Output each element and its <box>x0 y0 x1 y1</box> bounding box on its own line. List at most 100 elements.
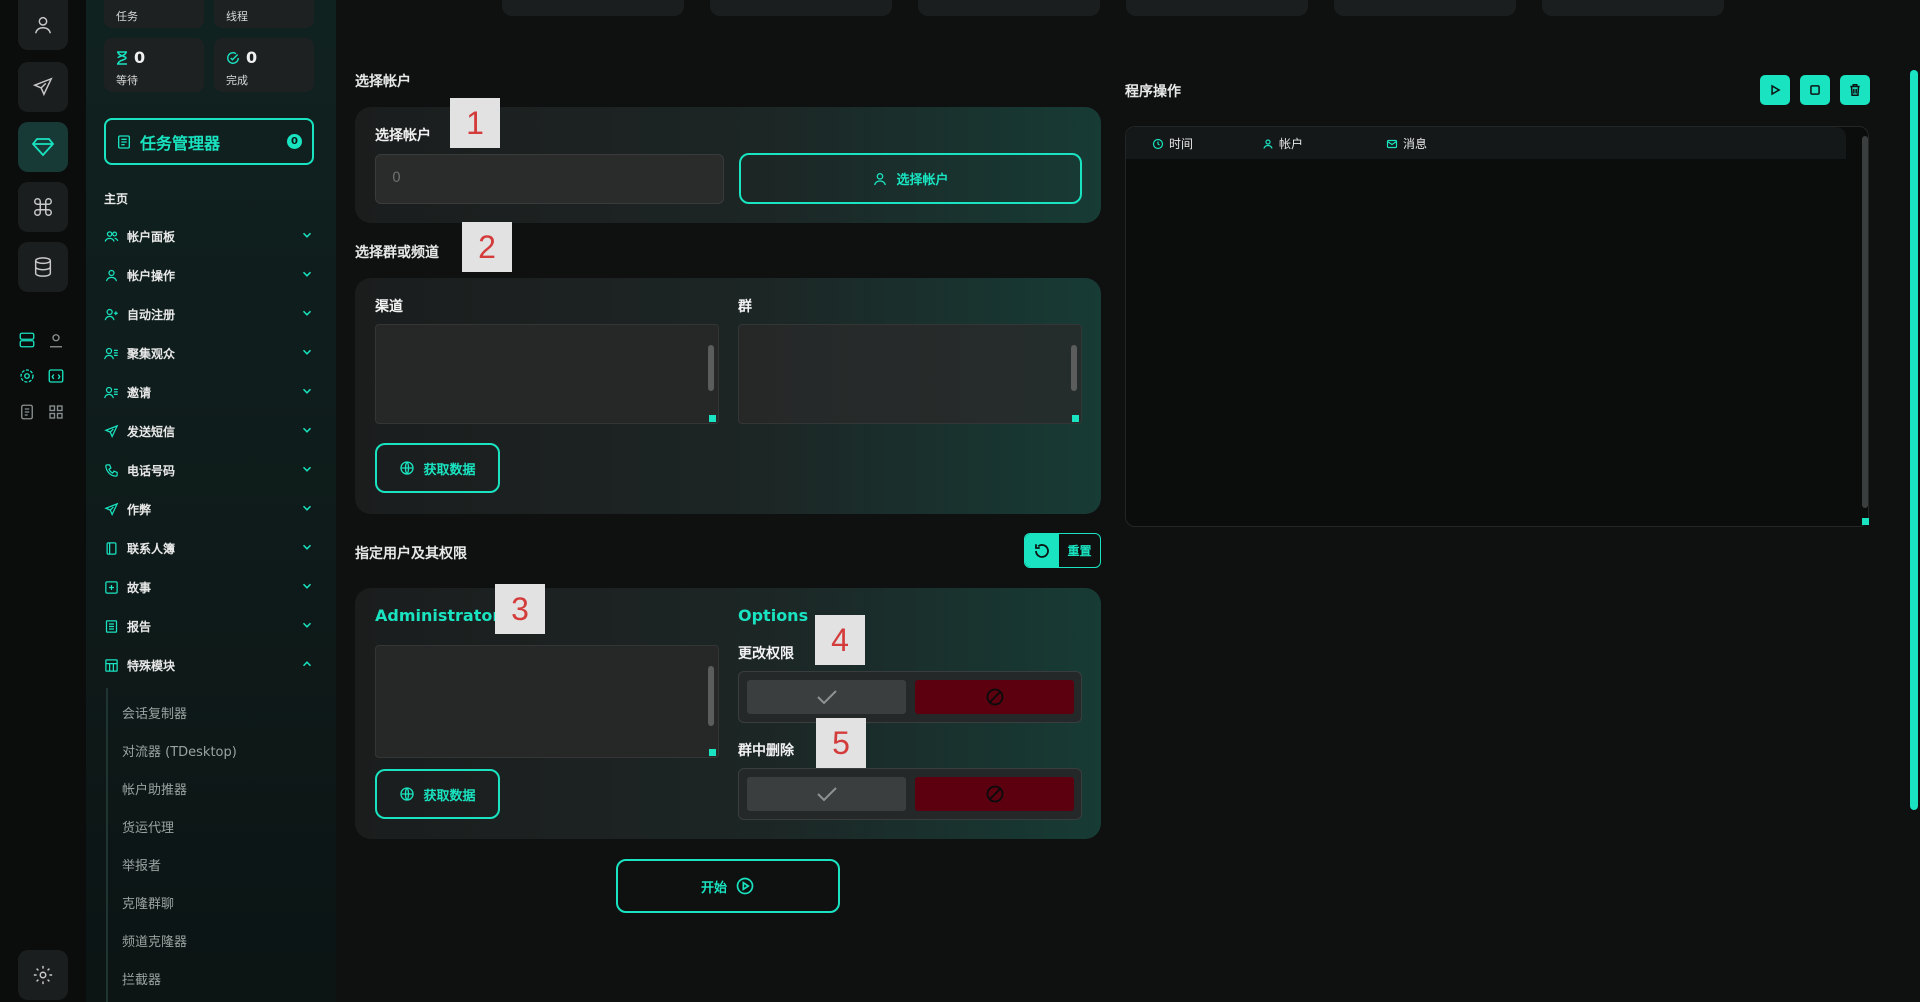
delete-log-button[interactable] <box>1840 75 1870 105</box>
page-scrollbar[interactable] <box>1910 70 1918 810</box>
server-icon <box>19 332 35 348</box>
sub-menu-item[interactable]: 对流器 (TDesktop) <box>122 741 237 760</box>
send-rail-button[interactable] <box>18 62 68 112</box>
mail-icon <box>1386 139 1398 148</box>
globe-icon <box>400 787 415 801</box>
fetch-admins-label: 获取数据 <box>423 788 476 804</box>
fetch-data-button[interactable]: 获取数据 <box>375 443 500 493</box>
scrollbar-thumb[interactable] <box>708 666 714 726</box>
profile-rail-button[interactable] <box>18 0 68 50</box>
group-label: 群 <box>738 299 752 315</box>
sidebar-item-9[interactable]: 联系人簿 <box>104 536 314 560</box>
document-mini-button[interactable] <box>15 400 39 424</box>
sidebar-item-1[interactable]: 帐户面板 <box>104 224 314 248</box>
log-column-time: 时间 <box>1152 135 1193 152</box>
stat-label: 线程 <box>226 10 248 23</box>
allow-option[interactable] <box>747 777 906 811</box>
log-table-header: 时间 帐户 消息 <box>1126 127 1846 159</box>
top-pill <box>502 0 684 16</box>
callout-1: 1 <box>450 98 500 148</box>
chevron-down-icon <box>302 622 312 628</box>
user-icon <box>34 16 52 34</box>
top-pill <box>710 0 892 16</box>
sidebar-item-12[interactable]: 特殊模块 <box>104 653 314 677</box>
log-title: 程序操作 <box>1125 84 1181 100</box>
task-manager-button[interactable]: 任务管理器 0 <box>104 118 314 165</box>
stat-waiting: 0 等待 <box>104 38 204 92</box>
task-manager-label: 任务管理器 <box>140 133 221 153</box>
administrators-textarea[interactable] <box>375 645 719 758</box>
server-mini-button[interactable] <box>15 328 39 352</box>
send-icon <box>104 424 119 438</box>
stat-value: 0 <box>134 48 146 67</box>
scrollbar-thumb[interactable] <box>708 345 714 391</box>
delete-in-group-toggle <box>738 768 1082 820</box>
sidebar-item-10[interactable]: 故事 <box>104 575 314 599</box>
log-scrollbar[interactable] <box>1862 136 1868 508</box>
play-button[interactable] <box>1760 75 1790 105</box>
gear-icon <box>20 369 34 383</box>
settings-mini-button[interactable] <box>15 364 39 388</box>
resize-handle-icon[interactable] <box>709 415 716 422</box>
sidebar-item-2[interactable]: 帐户操作 <box>104 263 314 287</box>
resize-handle-icon[interactable] <box>709 749 716 756</box>
sidebar-item-3[interactable]: 自动注册 <box>104 302 314 326</box>
gear-icon <box>33 965 53 985</box>
book-icon <box>106 541 117 555</box>
sub-menu-item[interactable]: 频道克隆器 <box>122 931 187 950</box>
chevron-down-icon <box>302 583 312 589</box>
start-button[interactable]: 开始 <box>616 859 840 913</box>
sidebar-item-6[interactable]: 发送短信 <box>104 419 314 443</box>
sub-menu-item[interactable]: 会话复制器 <box>122 703 187 722</box>
grid-mini-button[interactable] <box>44 400 68 424</box>
fetch-data-label: 获取数据 <box>423 462 476 478</box>
resize-handle-icon[interactable] <box>1072 415 1079 422</box>
diamond-rail-button[interactable] <box>18 122 68 172</box>
sidebar-item-label: 邀请 <box>127 385 152 400</box>
scrollbar-thumb[interactable] <box>1071 345 1077 391</box>
icon-rail <box>0 0 86 1002</box>
sub-menu-item[interactable]: 货运代理 <box>122 817 174 836</box>
database-rail-button[interactable] <box>18 242 68 292</box>
stat-label: 任务 <box>116 10 138 23</box>
map-pin-mini-button[interactable] <box>44 328 68 352</box>
sidebar-item-label: 联系人簿 <box>127 541 176 556</box>
code-window-mini-button[interactable] <box>44 364 68 388</box>
document-icon <box>21 404 33 420</box>
sidebar-item-11[interactable]: 报告 <box>104 614 314 638</box>
chevron-down-icon <box>302 232 312 238</box>
sub-menu-item[interactable]: 帐户助推器 <box>122 779 187 798</box>
channel-label: 渠道 <box>375 299 403 315</box>
stat-done: 0 完成 <box>214 38 314 92</box>
section-title-select-account: 选择帐户 <box>355 74 411 90</box>
allow-option[interactable] <box>747 680 906 714</box>
deny-option[interactable] <box>915 777 1074 811</box>
group-textarea[interactable] <box>738 324 1082 424</box>
fetch-admins-button[interactable]: 获取数据 <box>375 769 500 819</box>
command-rail-button[interactable] <box>18 182 68 232</box>
sidebar-item-8[interactable]: 作弊 <box>104 497 314 521</box>
deny-option[interactable] <box>915 680 1074 714</box>
sidebar-item-7[interactable]: 电话号码 <box>104 458 314 482</box>
callout-3: 3 <box>495 584 545 634</box>
account-count-input[interactable]: 0 <box>375 154 724 204</box>
play-circle-icon <box>736 877 754 895</box>
resize-handle-icon[interactable] <box>1862 518 1869 525</box>
select-account-button[interactable]: 选择帐户 <box>739 153 1082 204</box>
sidebar-item-5[interactable]: 邀请 <box>104 380 314 404</box>
sub-menu-item[interactable]: 拦截器 <box>122 969 161 988</box>
sidebar-item-4[interactable]: 聚集观众 <box>104 341 314 365</box>
stop-button[interactable] <box>1800 75 1830 105</box>
delete-in-group-label: 群中删除 <box>738 743 794 759</box>
map-pin-icon <box>50 334 62 348</box>
reset-button[interactable]: 重置 <box>1024 533 1101 568</box>
channel-textarea[interactable] <box>375 324 719 424</box>
sub-menu-item[interactable]: 举报者 <box>122 855 161 874</box>
users-icon <box>104 230 119 242</box>
sub-menu-item[interactable]: 克隆群聊 <box>122 893 174 912</box>
sidebar: 任务 线程 0 等待 0 完成 任务管理器 0 主页 帐户面板 帐户操作 自动注册聚… <box>86 0 336 1002</box>
log-table[interactable] <box>1125 126 1869 527</box>
task-count-badge: 0 <box>287 134 302 149</box>
log-column-message: 消息 <box>1386 135 1427 152</box>
settings-rail-button[interactable] <box>18 950 68 1000</box>
